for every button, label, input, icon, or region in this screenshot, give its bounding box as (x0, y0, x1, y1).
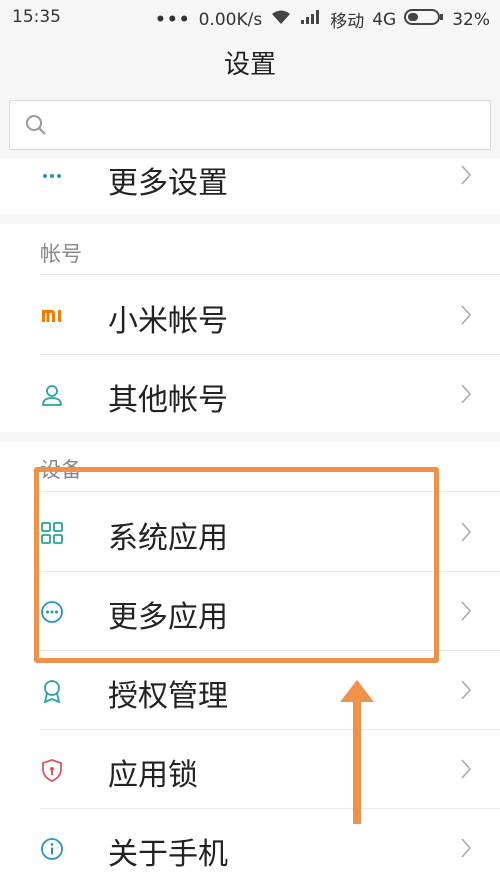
network-type: 4G (372, 9, 397, 30)
row-label-mi-account: 小米帐号 (108, 304, 228, 339)
network-speed: 0.00K/s (198, 9, 263, 30)
chevron-right-icon (460, 679, 472, 705)
status-time: 15:35 (12, 7, 61, 27)
row-label-app-lock: 应用锁 (108, 758, 198, 793)
notification-dots: ••• (155, 9, 191, 30)
carrier-name: 移动 (330, 12, 365, 32)
chevron-right-icon (460, 383, 472, 409)
row-label-permission-management: 授权管理 (108, 679, 228, 714)
shield-lock-icon (40, 758, 64, 782)
chevron-right-icon (460, 837, 472, 863)
annotation-arrow-up-icon (340, 680, 374, 830)
person-icon (40, 383, 64, 407)
section-more-settings: 更多设置 (0, 158, 500, 214)
battery-icon (404, 8, 444, 31)
row-label-about-phone: 关于手机 (108, 837, 228, 872)
row-label-other-accounts: 其他帐号 (108, 383, 228, 418)
page-title: 设置 (223, 50, 276, 80)
status-bar: 15:35 ••• 0.00K/s 移动 4G 32% (0, 0, 500, 36)
chevron-right-icon (460, 758, 472, 784)
mi-logo-icon (40, 304, 64, 328)
annotation-highlight-box (34, 467, 439, 663)
chevron-right-icon (460, 164, 472, 190)
wifi-icon (270, 9, 292, 30)
status-indicators: ••• 0.00K/s 移动 4G 32% (155, 7, 490, 32)
section-header-accounts: 帐号 (40, 242, 82, 266)
more-dots-icon (40, 162, 64, 186)
chevron-right-icon (460, 521, 472, 547)
row-mi-account[interactable]: 小米帐号 (0, 276, 500, 355)
chevron-right-icon (460, 304, 472, 330)
row-label-more-settings: 更多设置 (108, 166, 228, 201)
row-more-settings[interactable]: 更多设置 (0, 138, 500, 214)
battery-percent: 32% (452, 9, 490, 30)
ribbon-icon (40, 679, 64, 704)
search-icon (24, 113, 48, 141)
row-app-lock[interactable]: 应用锁 (0, 730, 500, 809)
section-accounts: 帐号 小米帐号 其他帐号 (0, 224, 500, 432)
info-icon (40, 837, 64, 861)
divider (40, 274, 500, 275)
chevron-right-icon (460, 600, 472, 626)
row-other-accounts[interactable]: 其他帐号 (0, 355, 500, 434)
signal-icon (300, 9, 322, 30)
row-about-phone[interactable]: 关于手机 (0, 809, 500, 888)
